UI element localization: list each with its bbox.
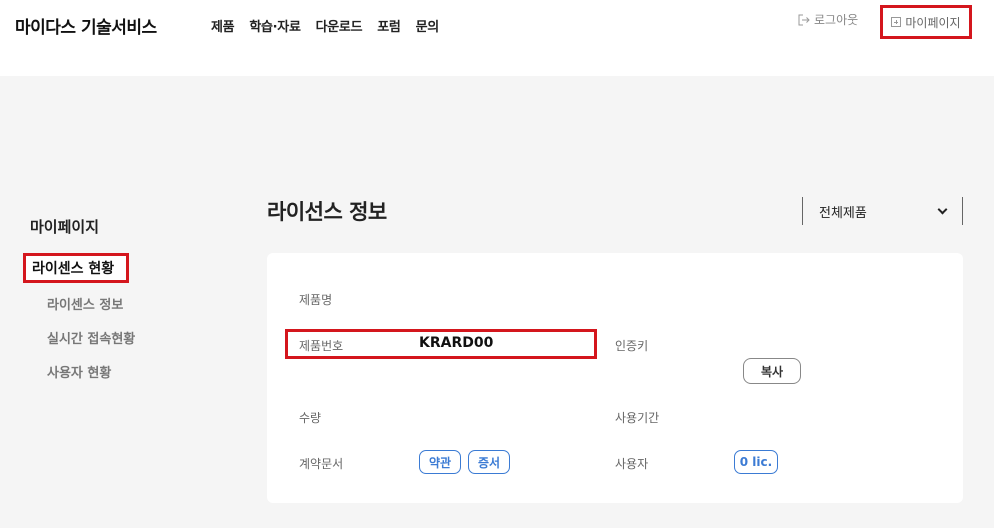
mypage-button[interactable]: 마이페이지 (880, 5, 972, 39)
contract-label: 계약문서 (299, 457, 344, 471)
chevron-down-icon (937, 204, 948, 214)
nav-forum[interactable]: 포럼 (377, 16, 401, 35)
user-label: 사용자 (615, 457, 649, 471)
logout-label: 로그아웃 (814, 13, 859, 27)
terms-button[interactable]: 약관 (419, 450, 461, 474)
logout-button[interactable]: 로그아웃 (798, 11, 858, 28)
logout-icon (798, 14, 810, 25)
product-select[interactable]: 전체제품 (802, 197, 963, 225)
sidebar-item-license-status[interactable]: 라이센스 현황 (23, 253, 129, 283)
product-name-label: 제품명 (299, 293, 333, 307)
nav-products[interactable]: 제품 (211, 16, 235, 35)
nav-downloads[interactable]: 다운로드 (316, 16, 363, 35)
sidebar-title[interactable]: 마이페이지 (30, 216, 99, 237)
top-header: 마이다스 기술서비스 제품 학습·자료 다운로드 포럼 문의 로그아웃 마이페이… (0, 0, 994, 76)
product-select-value: 전체제품 (819, 205, 867, 221)
auth-key-label: 인증키 (615, 339, 649, 353)
certificate-button[interactable]: 증서 (468, 450, 510, 474)
quantity-label: 수량 (299, 411, 322, 425)
product-number-value: KRARD00 (419, 335, 494, 351)
nav-inquiry[interactable]: 문의 (416, 16, 440, 35)
mypage-label: 마이페이지 (905, 15, 961, 30)
product-number-label: 제품번호 (299, 339, 344, 353)
sidebar-item-realtime-access[interactable]: 실시간 접속현황 (47, 328, 135, 347)
brand-logo[interactable]: 마이다스 기술서비스 (15, 13, 157, 38)
page-title: 라이선스 정보 (267, 200, 387, 224)
sidebar-item-user-status[interactable]: 사용자 현황 (47, 362, 111, 381)
main-nav: 제품 학습·자료 다운로드 포럼 문의 (211, 16, 439, 35)
sidebar-item-license-info[interactable]: 라이센스 정보 (47, 294, 123, 313)
main-area: 마이페이지 라이센스 현황 라이센스 정보 실시간 접속현황 사용자 현황 라이… (0, 76, 994, 528)
nav-learning[interactable]: 학습·자료 (249, 16, 301, 35)
period-label: 사용기간 (615, 411, 660, 425)
license-info-card: 제품명 제품번호 KRARD00 인증키 복사 수량 사용기간 계약문서 약관 … (267, 253, 963, 503)
plus-square-icon (891, 17, 902, 27)
copy-button[interactable]: 복사 (743, 358, 801, 384)
user-count-badge[interactable]: 0 lic. (734, 450, 778, 474)
